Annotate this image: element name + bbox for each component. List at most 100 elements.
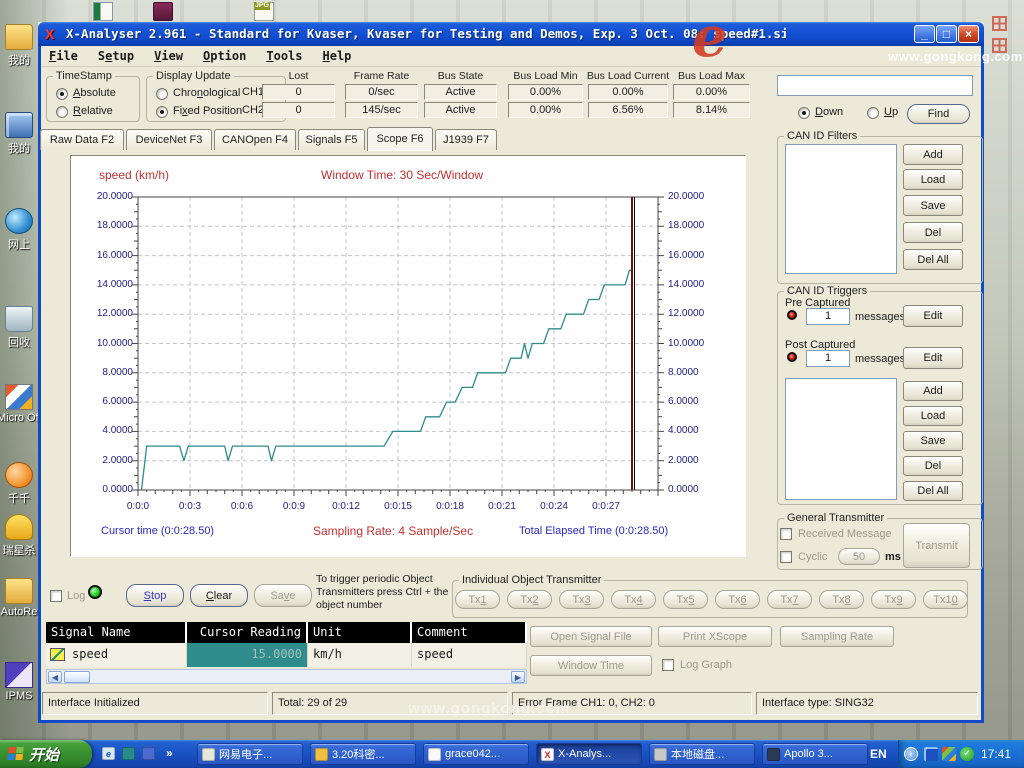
received-message-checkbox[interactable] (780, 528, 792, 540)
menu-help[interactable]: Help (323, 49, 352, 63)
pre-edit-button[interactable]: Edit (903, 305, 963, 327)
filters-del-all-button[interactable]: Del All (903, 249, 963, 270)
recycle-icon[interactable] (5, 306, 33, 332)
filters-add-button[interactable]: Add (903, 144, 963, 165)
can-id-filters-list[interactable] (785, 144, 897, 274)
tray-theme-icon[interactable] (942, 747, 956, 761)
received-message-label: Received Message (798, 528, 892, 540)
tx-button-tx4[interactable]: Tx4 (611, 590, 656, 609)
tab-j1939-f7[interactable]: J1939 F7 (435, 129, 497, 150)
radio-chronological[interactable] (156, 88, 168, 100)
pre-captured-count[interactable]: 1 (806, 308, 850, 325)
scroll-thumb[interactable] (64, 671, 90, 683)
folder-icon[interactable] (5, 578, 33, 604)
transmit-button[interactable]: Transmit (903, 523, 970, 568)
post-edit-button[interactable]: Edit (903, 347, 963, 369)
task-button-apollo-3-[interactable]: Apollo 3... (762, 743, 868, 765)
desktop-icon-label: 千千 (0, 490, 41, 506)
menu-file[interactable]: File (49, 49, 78, 63)
radio-fixed-position[interactable] (156, 106, 168, 118)
log-graph-checkbox[interactable] (662, 659, 674, 671)
radio-absolute[interactable] (56, 88, 68, 100)
filters-save-button[interactable]: Save (903, 195, 963, 216)
x-axis-label: 0:0:24 (529, 501, 579, 513)
menu-setup[interactable]: Setup (98, 49, 134, 63)
tab-canopen-f4[interactable]: CANOpen F4 (214, 129, 296, 150)
tx-button-tx9[interactable]: Tx9 (871, 590, 916, 609)
tab-devicenet-f3[interactable]: DeviceNet F3 (126, 129, 212, 150)
quicklaunch-overflow-chevron[interactable]: » (166, 746, 173, 760)
sampling-rate-button[interactable]: Sampling Rate (780, 626, 894, 647)
maximize-button[interactable]: □ (936, 25, 957, 43)
menu-option[interactable]: Option (203, 49, 246, 63)
ie-quicklaunch-icon[interactable]: e (102, 747, 115, 760)
table-scrollbar[interactable]: ◀ ▶ (46, 669, 527, 684)
cyclic-interval-field[interactable]: 50 (838, 548, 880, 565)
filters-load-button[interactable]: Load (903, 169, 963, 190)
triggers-del-button[interactable]: Del (903, 456, 963, 476)
scroll-right-icon[interactable]: ▶ (511, 671, 525, 683)
task-button--[interactable]: 网易电子... (197, 743, 303, 765)
channel-col-header-lost: Lost (254, 70, 343, 82)
open-signal-file-button[interactable]: Open Signal File (530, 626, 652, 647)
tx-button-tx7[interactable]: Tx7 (767, 590, 812, 609)
clear-button[interactable]: Clear (190, 584, 248, 607)
folder-icon[interactable] (5, 24, 33, 50)
triggers-save-button[interactable]: Save (903, 431, 963, 451)
start-button[interactable]: 开始 (0, 740, 92, 768)
music-icon[interactable] (5, 462, 33, 488)
title-bar[interactable]: X X-Analyser 2.961 - Standard for Kvaser… (38, 22, 984, 46)
table-header-signal-name: Signal Name (46, 622, 187, 643)
task-button-grace042-[interactable]: grace042... (423, 743, 529, 765)
task-button-3-20-[interactable]: 3.20科密... (310, 743, 416, 765)
scroll-left-icon[interactable]: ◀ (48, 671, 62, 683)
globe-icon[interactable] (5, 208, 33, 234)
desktop-item--: 回收 (0, 306, 40, 362)
log-checkbox[interactable] (50, 590, 62, 602)
tab-signals-f5[interactable]: Signals F5 (298, 129, 365, 150)
window-time-button[interactable]: Window Time (530, 655, 652, 676)
task-button-x-analys-[interactable]: XX-Analys... (536, 743, 642, 765)
save-button[interactable]: Save (254, 584, 312, 607)
tray-chevron-icon[interactable]: ‹ (904, 747, 918, 761)
folder-task-icon (315, 748, 328, 761)
stop-button[interactable]: Stop (126, 584, 184, 607)
menu-tools[interactable]: Tools (266, 49, 302, 63)
tray-antivirus-icon[interactable]: ✓ (960, 747, 974, 761)
radio-find-down[interactable] (798, 107, 810, 119)
scope-plot[interactable] (138, 197, 658, 490)
tab-scope-f6[interactable]: Scope F6 (367, 127, 433, 151)
print-xscope-button[interactable]: Print XScope (658, 626, 772, 647)
tx-button-tx5[interactable]: Tx5 (663, 590, 708, 609)
tab-raw-data-f2[interactable]: Raw Data F2 (40, 129, 124, 150)
cyclic-checkbox[interactable] (780, 551, 792, 563)
triggers-del-all-button[interactable]: Del All (903, 481, 963, 501)
office-icon[interactable] (5, 384, 33, 410)
minimize-button[interactable]: _ (914, 25, 935, 43)
radio-find-up[interactable] (867, 107, 879, 119)
tx-button-tx6[interactable]: Tx6 (715, 590, 760, 609)
language-indicator[interactable]: EN (870, 747, 887, 761)
tx-button-tx3[interactable]: Tx3 (559, 590, 604, 609)
umbrella-icon[interactable] (5, 514, 33, 540)
tray-network-icon[interactable] (924, 747, 938, 761)
tx-button-tx10[interactable]: Tx10 (923, 590, 968, 609)
menu-view[interactable]: View (154, 49, 183, 63)
app-icon[interactable] (5, 662, 33, 688)
radio-relative[interactable] (56, 106, 68, 118)
task-button--[interactable]: 本地磁盘... (649, 743, 755, 765)
find-button[interactable]: Find (907, 104, 970, 124)
tx-button-tx1[interactable]: Tx1 (455, 590, 500, 609)
find-input[interactable] (777, 75, 973, 96)
tx-button-tx8[interactable]: Tx8 (819, 590, 864, 609)
post-captured-count[interactable]: 1 (806, 350, 850, 367)
computer-icon[interactable] (5, 112, 33, 138)
filters-del-button[interactable]: Del (903, 222, 963, 243)
triggers-add-button[interactable]: Add (903, 381, 963, 401)
triggers-load-button[interactable]: Load (903, 406, 963, 426)
can-id-triggers-list[interactable] (785, 378, 897, 500)
tx-button-tx2[interactable]: Tx2 (507, 590, 552, 609)
messenger-icon[interactable] (142, 747, 155, 760)
close-button[interactable]: × (958, 25, 979, 43)
show-desktop-icon[interactable] (122, 747, 135, 760)
